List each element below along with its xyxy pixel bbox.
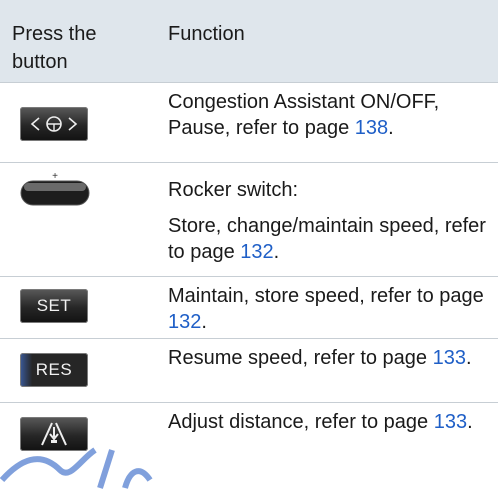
page-link[interactable]: 138 [355,117,388,139]
punctuation: . [388,117,394,139]
punctuation: . [273,241,280,263]
punctuation: . [201,311,207,333]
row-description: Adjust distance, refer to page [168,411,434,433]
watermark-decoration [0,447,153,489]
set-button-icon[interactable]: SET [20,289,88,323]
rocker-switch-icon[interactable]: + [20,171,90,206]
header-function: Function [168,23,245,45]
page-link[interactable]: 133 [433,347,466,369]
row-text: Resume speed, refer to page 133. [168,345,493,371]
row-description: Store, change/maintain speed, refer to p… [168,215,486,263]
row-description: Congestion Assistant ON/OFF, Pause, refe… [168,91,440,139]
row-description: Maintain, store speed, refer to page [168,285,484,307]
page-link[interactable]: 132 [240,241,273,263]
punctuation: . [465,347,472,369]
header-press-button: Press the button [12,23,97,73]
table-row: + Rocker switch: Store, change/maintain … [0,162,498,277]
page-link[interactable]: 133 [434,411,467,433]
page-link[interactable]: 132 [168,311,201,333]
punctuation: . [467,411,473,433]
svg-text:+: + [52,171,58,182]
row-text: Maintain, store speed, refer to page 132… [168,283,493,335]
table-row: RES Resume speed, refer to page 133. [0,338,498,403]
row-text: Congestion Assistant ON/OFF, Pause, refe… [168,89,493,141]
table-header: Press the button Function [0,0,498,82]
row-text: Rocker switch: Store, change/maintain sp… [168,177,493,265]
row-description: Rocker switch: [168,179,299,201]
function-table: Press the button Function Congestion Ass… [0,0,498,451]
row-text: Adjust distance, refer to page 133. [168,409,493,435]
row-description: Resume speed, refer to page [168,347,433,369]
table-row: SET Maintain, store speed, refer to page… [0,276,498,339]
congestion-assistant-icon[interactable] [20,107,88,141]
res-button-icon[interactable]: RES [20,353,88,387]
table-row: Congestion Assistant ON/OFF, Pause, refe… [0,82,498,163]
